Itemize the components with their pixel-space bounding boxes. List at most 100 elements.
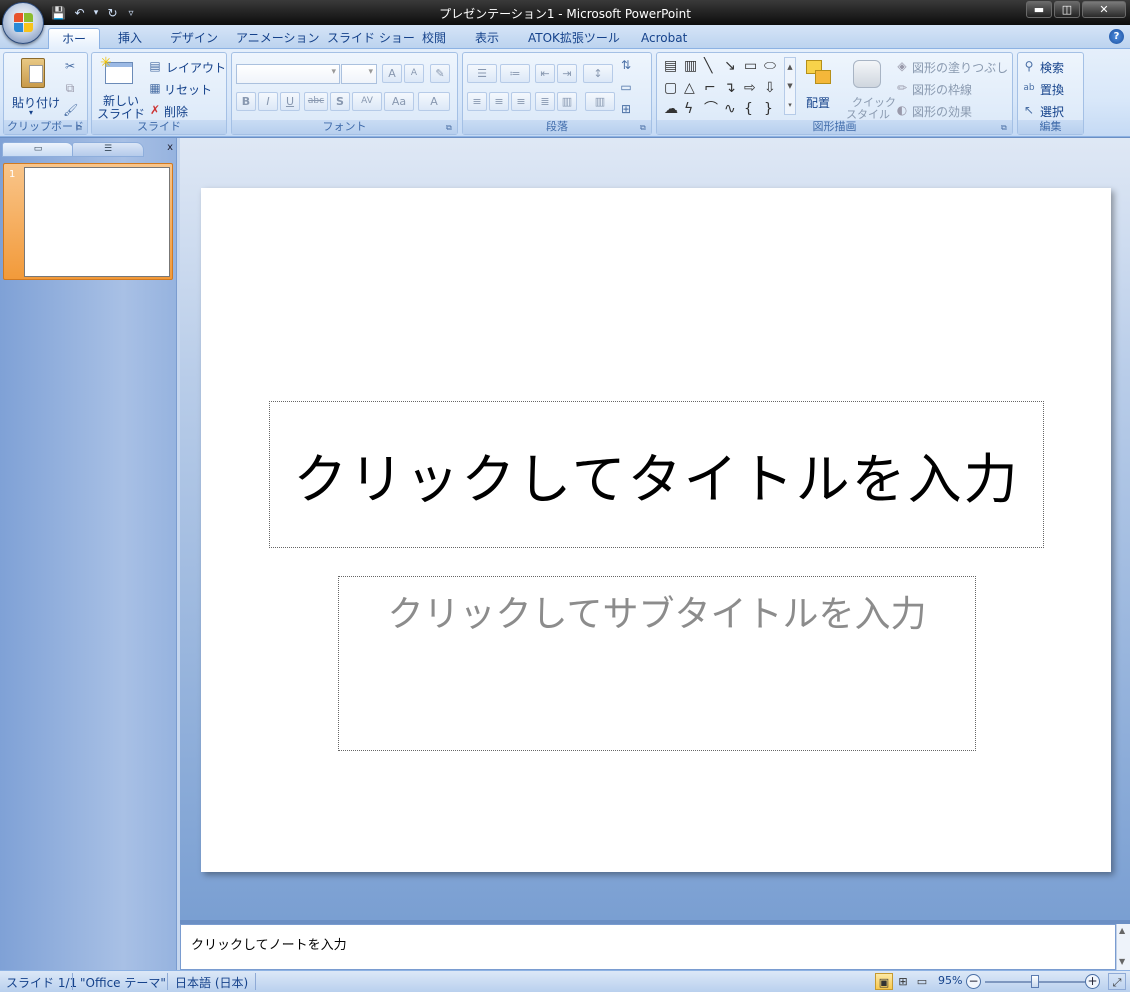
line-spacing-icon[interactable]: ↕ — [583, 64, 613, 83]
zoom-slider-thumb[interactable] — [1031, 975, 1039, 988]
text-direction-icon[interactable]: ⇅ — [619, 58, 633, 72]
tab-home[interactable]: ホーム — [48, 28, 100, 66]
new-slide-button[interactable]: ✳ 新しい スライド — [95, 55, 145, 121]
smartart-icon[interactable]: ⊞ — [619, 102, 633, 116]
rectangle-shape-icon[interactable]: ▭ — [744, 59, 757, 73]
shape-gallery[interactable]: ▤ ▥ ╲ ↘ ▭ ⬭ ▢ △ ⌐ ↴ ⇨ ⇩ ☁ ϟ ⌒ ∿ { } — [662, 57, 787, 116]
left-brace-shape-icon[interactable]: { — [744, 102, 753, 116]
tab-atok[interactable]: ATOK拡張ツール — [518, 28, 630, 49]
zoom-level[interactable]: 95% — [938, 974, 962, 987]
arc-shape-icon[interactable]: ⌒ — [704, 102, 718, 116]
cut-icon[interactable]: ✂ — [63, 59, 77, 73]
slides-pane-close-icon[interactable]: x — [167, 142, 173, 153]
right-arrow-shape-icon[interactable]: ⇨ — [744, 81, 756, 95]
arrow-line-shape-icon[interactable]: ↘ — [724, 59, 736, 73]
tab-insert[interactable]: 挿入 — [108, 28, 152, 49]
redo-icon[interactable]: ↻ — [104, 5, 121, 22]
tab-animations[interactable]: アニメーション — [226, 28, 330, 49]
elbow-arrow-shape-icon[interactable]: ↴ — [724, 81, 736, 95]
tab-review[interactable]: 校閲 — [412, 28, 456, 49]
minimize-button[interactable]: ▬ — [1026, 1, 1052, 18]
increase-indent-icon[interactable]: ⇥ — [557, 64, 577, 83]
normal-view-icon[interactable]: ▣ — [875, 973, 893, 990]
textbox-shape-icon[interactable]: ▤ — [664, 59, 677, 73]
justify-icon[interactable]: ≣ — [535, 92, 555, 111]
bold-button[interactable]: B — [236, 92, 256, 111]
paragraph-launcher-icon[interactable]: ⧉ — [640, 123, 649, 132]
layout-button[interactable]: レイアウト — [166, 59, 226, 76]
rounded-rect-shape-icon[interactable]: ▢ — [664, 81, 677, 95]
elbow-connector-shape-icon[interactable]: ⌐ — [704, 81, 716, 95]
lightning-shape-icon[interactable]: ϟ — [684, 102, 693, 116]
undo-dropdown-icon[interactable]: ▾ — [92, 5, 100, 22]
select-button[interactable]: 選択 — [1040, 103, 1064, 120]
align-center-icon[interactable]: ≡ — [489, 92, 509, 111]
fit-to-window-icon[interactable]: ⤢ — [1108, 973, 1126, 990]
undo-icon[interactable]: ↶ — [71, 5, 88, 22]
notes-scrollbar[interactable]: ▲ ▼ — [1116, 924, 1130, 970]
arrange-button[interactable]: 配置 — [800, 56, 840, 118]
close-button[interactable]: ✕ — [1082, 1, 1126, 18]
shadow-button[interactable]: S — [330, 92, 350, 111]
italic-button[interactable]: I — [258, 92, 278, 111]
copy-icon[interactable]: ⧉ — [63, 81, 77, 95]
align-right-icon[interactable]: ≡ — [511, 92, 531, 111]
slide-thumbnail-selected[interactable]: 1 — [3, 163, 173, 280]
zoom-out-icon[interactable]: − — [966, 974, 981, 989]
notes-pane[interactable]: クリックしてノートを入力 — [180, 924, 1116, 970]
subtitle-placeholder[interactable]: クリックしてサブタイトルを入力 — [338, 576, 976, 751]
delete-button[interactable]: 削除 — [164, 103, 188, 120]
status-language[interactable]: 日本語 (日本) — [175, 974, 248, 991]
grow-font-button[interactable]: A — [382, 64, 402, 83]
shape-effects-button[interactable]: 図形の効果 — [912, 103, 972, 120]
tab-design[interactable]: デザイン — [160, 28, 228, 49]
change-case-button[interactable]: Aa — [384, 92, 414, 111]
drawing-launcher-icon[interactable]: ⧉ — [1001, 123, 1010, 132]
curve-shape-icon[interactable]: ∿ — [724, 102, 736, 116]
slideshow-view-icon[interactable]: ▭ — [913, 973, 931, 990]
tab-acrobat[interactable]: Acrobat — [631, 28, 697, 49]
strikethrough-button[interactable]: abc — [304, 92, 328, 111]
shrink-font-button[interactable]: A — [404, 64, 424, 83]
quick-styles-button[interactable]: クイック スタイル — [843, 56, 896, 121]
align-text-icon[interactable]: ▭ — [619, 80, 633, 94]
zoom-in-icon[interactable]: + — [1085, 974, 1100, 989]
maximize-button[interactable]: ◫ — [1054, 1, 1080, 18]
clipboard-launcher-icon[interactable]: ⧉ — [76, 123, 85, 132]
format-painter-icon[interactable]: 🖌 — [63, 103, 78, 117]
reset-button[interactable]: リセット — [164, 81, 212, 98]
vertical-textbox-shape-icon[interactable]: ▥ — [684, 59, 697, 73]
shape-fill-button[interactable]: 図形の塗りつぶし — [912, 59, 1008, 76]
font-color-button[interactable]: A — [418, 92, 450, 111]
font-name-select[interactable] — [236, 64, 340, 84]
right-brace-shape-icon[interactable]: } — [764, 102, 773, 116]
tab-view[interactable]: 表示 — [465, 28, 509, 49]
slide-canvas[interactable]: クリックしてタイトルを入力 クリックしてサブタイトルを入力 — [201, 188, 1111, 872]
paste-button[interactable]: 貼り付け ▾ — [9, 56, 60, 118]
slide-sorter-view-icon[interactable]: ⊞ — [894, 973, 912, 990]
distribute-icon[interactable]: ▥ — [557, 92, 577, 111]
numbering-icon[interactable]: ≔ — [500, 64, 530, 83]
underline-button[interactable]: U — [280, 92, 300, 111]
line-shape-icon[interactable]: ╲ — [704, 59, 712, 73]
save-icon[interactable]: 💾 — [50, 5, 67, 22]
font-launcher-icon[interactable]: ⧉ — [446, 123, 455, 132]
down-arrow-shape-icon[interactable]: ⇩ — [764, 81, 776, 95]
cloud-shape-icon[interactable]: ☁ — [664, 102, 678, 116]
font-size-select[interactable] — [341, 64, 377, 84]
shape-outline-button[interactable]: 図形の枠線 — [912, 81, 972, 98]
clear-format-button[interactable]: ✎ — [430, 64, 450, 83]
scroll-down-icon[interactable]: ▼ — [1119, 957, 1125, 966]
customize-qat-icon[interactable]: ▿ — [125, 5, 137, 22]
find-button[interactable]: 検索 — [1040, 59, 1064, 76]
tab-slideshow[interactable]: スライド ショー — [317, 28, 425, 49]
char-spacing-button[interactable]: AV — [352, 92, 382, 111]
bullets-icon[interactable]: ☰ — [467, 64, 497, 83]
decrease-indent-icon[interactable]: ⇤ — [535, 64, 555, 83]
replace-button[interactable]: 置換 — [1040, 81, 1064, 98]
tab-outline[interactable]: ☰ — [72, 142, 144, 157]
columns-icon[interactable]: ▥ — [585, 92, 615, 111]
shape-gallery-scroll[interactable]: ▲ ▼ ▾ — [784, 57, 796, 115]
slide-thumbnail[interactable] — [24, 167, 170, 277]
triangle-shape-icon[interactable]: △ — [684, 81, 695, 95]
